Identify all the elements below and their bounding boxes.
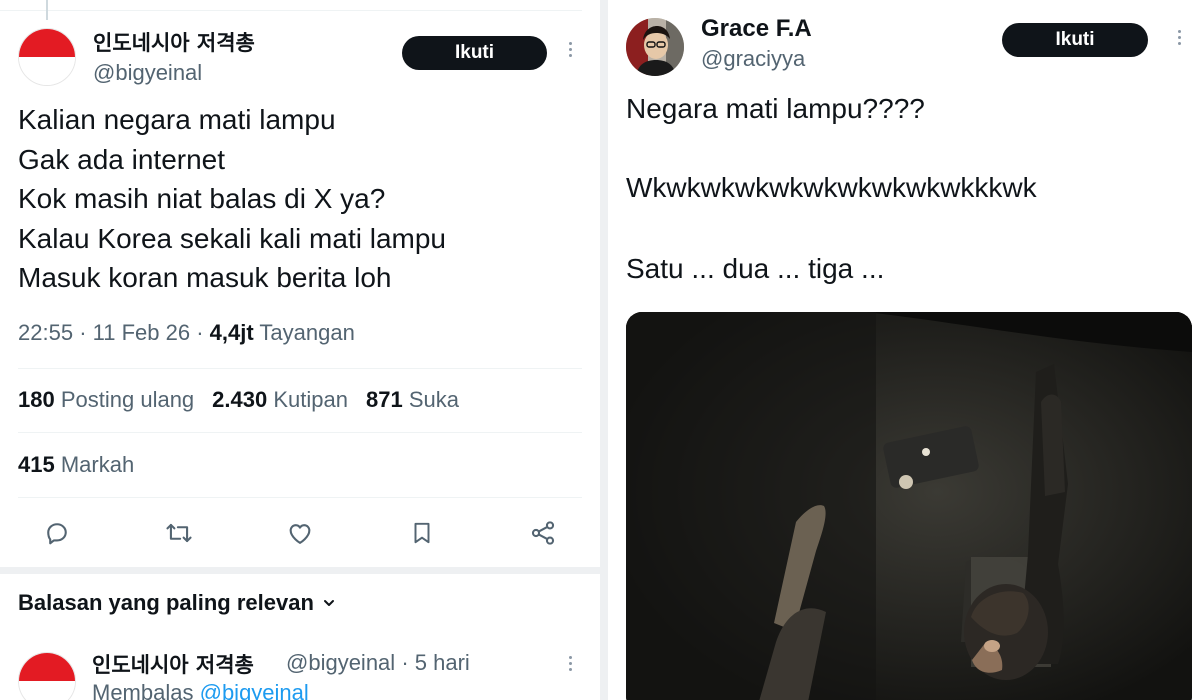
reply-author-name[interactable]: 인도네시아 저격총 [92, 649, 254, 679]
divider [18, 432, 582, 433]
tweet-meta: 22:55 · 11 Feb 26 · 4,4jt Tayangan [18, 320, 355, 345]
action-bar [40, 516, 560, 550]
replies-sort-label: Balasan yang paling relevan [18, 590, 314, 615]
views-label: Tayangan [259, 320, 355, 345]
tweet-line: Kalian negara mati lampu [18, 104, 336, 135]
divider [18, 497, 582, 498]
replying-prefix: Membalas [92, 680, 194, 700]
engagement-stats: 180 Posting ulang 2.430 Kutipan 871 Suka [18, 387, 459, 413]
thread-line [46, 0, 48, 20]
likes-label: Suka [408, 387, 459, 412]
left-tweet-panel: 인도네시아 저격총 @bigyeinal Ikuti Kalian negara… [0, 0, 600, 700]
views-count: 4,4jt [209, 320, 254, 345]
author-handle[interactable]: @bigyeinal [93, 60, 202, 86]
tweet-video[interactable] [626, 312, 1192, 700]
tweet-line: Satu ... dua ... tiga ... [626, 253, 885, 284]
replying-to-link[interactable]: @bigyeinal [200, 680, 309, 700]
top-divider [0, 10, 582, 11]
like-icon[interactable] [283, 516, 317, 550]
replies-sort-dropdown[interactable]: Balasan yang paling relevan [18, 590, 336, 616]
bookmarks-stat[interactable]: 415 Markah [18, 452, 134, 478]
avatar[interactable] [18, 28, 76, 86]
grace-avatar[interactable] [626, 18, 684, 76]
reply-more-options-icon[interactable] [566, 656, 574, 671]
tweet-line: Gak ada internet [18, 143, 226, 175]
bookmark-icon[interactable] [405, 516, 439, 550]
reposts-count: 180 [18, 387, 55, 412]
quotes-count: 2.430 [212, 387, 268, 412]
author-name[interactable]: 인도네시아 저격총 [93, 27, 255, 57]
tweet-line: Wkwkwkwkwkwkwkwkwkwkkkwk [626, 172, 1037, 203]
reply-age: 5 hari [414, 650, 470, 675]
chevron-down-icon [322, 590, 336, 616]
likes-stat[interactable]: 871 Suka [366, 387, 459, 413]
section-separator [0, 567, 600, 574]
author-handle[interactable]: @graciyya [701, 46, 805, 72]
reply-avatar[interactable] [18, 652, 76, 700]
reply-icon[interactable] [40, 516, 74, 550]
tweet-date[interactable]: 11 Feb 26 [93, 320, 190, 345]
quotes-label: Kutipan [273, 387, 348, 412]
quotes-stat[interactable]: 2.430 Kutipan [212, 387, 348, 413]
replying-to: Membalas @bigyeinal [92, 680, 309, 700]
likes-count: 871 [365, 387, 403, 412]
more-options-icon[interactable] [1175, 30, 1183, 45]
reply-author-handle[interactable]: @bigyeinal [286, 650, 395, 675]
author-name[interactable]: Grace F.A [701, 15, 812, 43]
video-frame [626, 312, 1192, 700]
tweet-line: Kalau Korea sekali kali mati lampu [18, 222, 446, 254]
tweet-line: Masuk koran masuk berita loh [18, 262, 392, 293]
reposts-label: Posting ulang [60, 387, 195, 412]
reposts-stat[interactable]: 180 Posting ulang [18, 387, 194, 413]
tweet-line: Kok masih niat balas di X ya? [18, 183, 386, 214]
more-options-icon[interactable] [566, 42, 574, 57]
reply-meta: @bigyeinal · 5 hari [286, 650, 470, 675]
share-icon[interactable] [526, 516, 560, 550]
tweet-text: Kalian negara mati lampu Gak ada interne… [18, 100, 446, 298]
bookmarks-label: Markah [60, 452, 135, 477]
follow-button[interactable]: Ikuti [1002, 23, 1148, 57]
bookmarks-count: 415 [18, 452, 55, 477]
follow-button[interactable]: Ikuti [402, 36, 547, 70]
divider [18, 368, 582, 369]
tweet-time[interactable]: 22:55 [18, 320, 73, 345]
right-tweet-panel: Grace F.A @graciyya Ikuti Negara mati la… [600, 0, 1200, 700]
repost-icon[interactable] [162, 516, 196, 550]
tweet-line: Negara mati lampu???? [626, 93, 925, 124]
